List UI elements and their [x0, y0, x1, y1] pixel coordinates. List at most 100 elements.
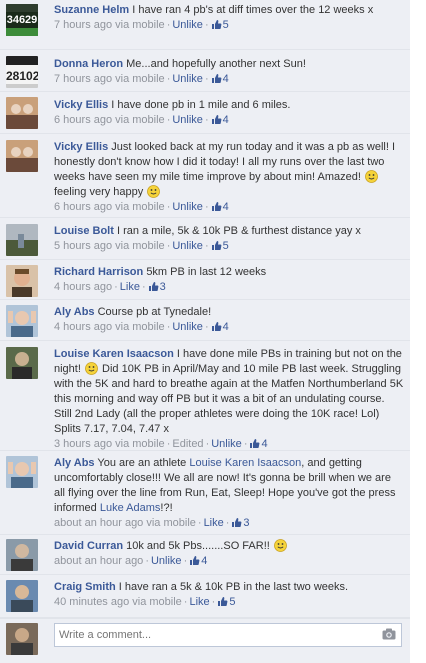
unlike-link[interactable]: Unlike [211, 438, 242, 450]
comment-meta: about an hour ago · Unlike · 4 [54, 555, 208, 567]
comment-timestamp: 40 minutes ago via mobile [54, 596, 182, 608]
unlike-link[interactable]: Unlike [172, 19, 203, 31]
comment-text: 10k and 5k Pbs.......SO FAR!! [126, 540, 270, 552]
like-count-value: 4 [222, 321, 229, 333]
like-link[interactable]: Like [120, 281, 140, 293]
like-count[interactable]: 3 [148, 281, 166, 293]
comment-author[interactable]: Aly Abs [54, 457, 95, 469]
comment-text: 5km PB in last 12 weeks [146, 266, 267, 278]
comment-author[interactable]: Craig Smith [54, 581, 116, 593]
edited-label[interactable]: Edited [172, 438, 203, 450]
avatar[interactable] [6, 623, 38, 655]
comment-item: Aly Abs You are an athlete Louise Karen … [0, 451, 410, 535]
comment-author[interactable]: Aly Abs [54, 306, 95, 318]
comment-item: 34629 Suzanne Helm I have ran 4 pb's at … [0, 0, 410, 50]
avatar-photo [6, 140, 38, 172]
like-link[interactable]: Like [189, 596, 209, 608]
comment-author[interactable]: Suzanne Helm [54, 4, 129, 16]
mention-link[interactable]: Louise Karen Isaacson [189, 457, 301, 469]
avatar-photo [6, 305, 38, 337]
like-count[interactable]: 5 [211, 19, 229, 31]
avatar[interactable] [6, 456, 38, 488]
avatar[interactable] [6, 580, 38, 612]
comment-text-continued: feeling very happy [54, 186, 144, 198]
comment-item: Louise Karen Isaacson I have done mile P… [0, 341, 410, 451]
like-count[interactable]: 4 [211, 114, 229, 126]
comment-text: I have done pb in 1 mile and 6 miles. [111, 99, 291, 111]
comment-meta: 5 hours ago via mobile · Unlike · 5 [54, 240, 229, 252]
like-count[interactable]: 4 [211, 321, 229, 333]
comment-item: Craig Smith I have ran a 5k & 10k PB in … [0, 575, 410, 618]
avatar-photo [6, 580, 38, 612]
avatar[interactable] [6, 140, 38, 172]
comment-author[interactable]: Donna Heron [54, 58, 123, 70]
avatar[interactable] [6, 97, 38, 129]
like-count-value: 4 [222, 114, 229, 126]
comment-author[interactable]: Richard Harrison [54, 266, 143, 278]
comment-item: Richard Harrison 5km PB in last 12 weeks… [0, 260, 410, 300]
avatar[interactable] [6, 265, 38, 297]
like-count[interactable]: 4 [189, 555, 207, 567]
comment-item: Louise Bolt I ran a mile, 5k & 10k PB & … [0, 218, 410, 260]
avatar[interactable]: 34629 [6, 4, 38, 36]
like-count[interactable]: 4 [211, 201, 229, 213]
unlike-link[interactable]: Unlike [172, 201, 203, 213]
comment-author[interactable]: David Curran [54, 540, 123, 552]
comment-text: You are an athlete [97, 457, 187, 469]
like-count[interactable]: 5 [217, 596, 235, 608]
avatar[interactable] [6, 539, 38, 571]
comment-timestamp: 4 hours ago [54, 281, 113, 293]
comment-feed: 34629 Suzanne Helm I have ran 4 pb's at … [0, 0, 410, 663]
smiley-icon [365, 170, 378, 183]
comment-author[interactable]: Louise Bolt [54, 225, 114, 237]
avatar-photo [6, 224, 38, 256]
avatar-photo [6, 623, 38, 655]
like-link[interactable]: Like [204, 517, 224, 529]
comment-timestamp: 6 hours ago via mobile [54, 201, 165, 213]
comment-meta: about an hour ago via mobile · Like · 3 [54, 517, 250, 529]
comment-item: Vicky Ellis I have done pb in 1 mile and… [0, 92, 410, 134]
comment-text-end: !?! [160, 502, 173, 514]
comment-timestamp: 5 hours ago via mobile [54, 240, 165, 252]
comment-input[interactable] [54, 623, 402, 647]
like-count[interactable]: 4 [249, 438, 268, 450]
comment-author[interactable]: Louise Karen Isaacson [54, 348, 174, 360]
comment-author[interactable]: Vicky Ellis [54, 99, 108, 111]
avatar[interactable]: 28102 [6, 56, 38, 88]
comment-item: Vicky Ellis Just looked back at my run t… [0, 134, 410, 218]
comment-meta: 40 minutes ago via mobile · Like · 5 [54, 596, 236, 608]
unlike-link[interactable]: Unlike [172, 240, 203, 252]
avatar-bib-number: 28102 [6, 69, 38, 83]
smiley-icon [85, 362, 98, 375]
comment-author[interactable]: Vicky Ellis [54, 141, 108, 153]
thumbs-up-icon [211, 74, 222, 83]
comment-text: I have ran 4 pb's at diff times over the… [132, 4, 374, 16]
thumbs-up-icon [190, 556, 200, 565]
camera-icon[interactable] [382, 628, 396, 640]
unlike-link[interactable]: Unlike [151, 555, 182, 567]
avatar[interactable] [6, 224, 38, 256]
avatar[interactable] [6, 305, 38, 337]
avatar[interactable] [6, 347, 38, 379]
thumbs-up-icon [148, 282, 159, 291]
like-count[interactable]: 5 [211, 240, 229, 252]
smiley-icon [147, 185, 161, 198]
avatar-photo [6, 456, 38, 488]
thumbs-up-icon [211, 322, 222, 331]
mention-link[interactable]: Luke Adams [100, 502, 161, 514]
unlike-link[interactable]: Unlike [172, 321, 203, 333]
comment-composer [0, 618, 410, 655]
unlike-link[interactable]: Unlike [172, 114, 203, 126]
like-count-value: 3 [243, 517, 250, 529]
like-count[interactable]: 4 [211, 73, 229, 85]
like-count[interactable]: 3 [231, 517, 250, 529]
thumbs-up-icon [218, 597, 228, 606]
avatar-photo [6, 265, 38, 297]
smiley-icon [273, 539, 287, 552]
like-count-value: 4 [222, 201, 229, 213]
comment-item: Aly Abs Course pb at Tynedale! 4 hours a… [0, 300, 410, 341]
avatar-photo [6, 347, 38, 379]
avatar-bib-number: 34629 [6, 14, 38, 26]
unlike-link[interactable]: Unlike [172, 73, 203, 85]
avatar-photo [6, 539, 38, 571]
